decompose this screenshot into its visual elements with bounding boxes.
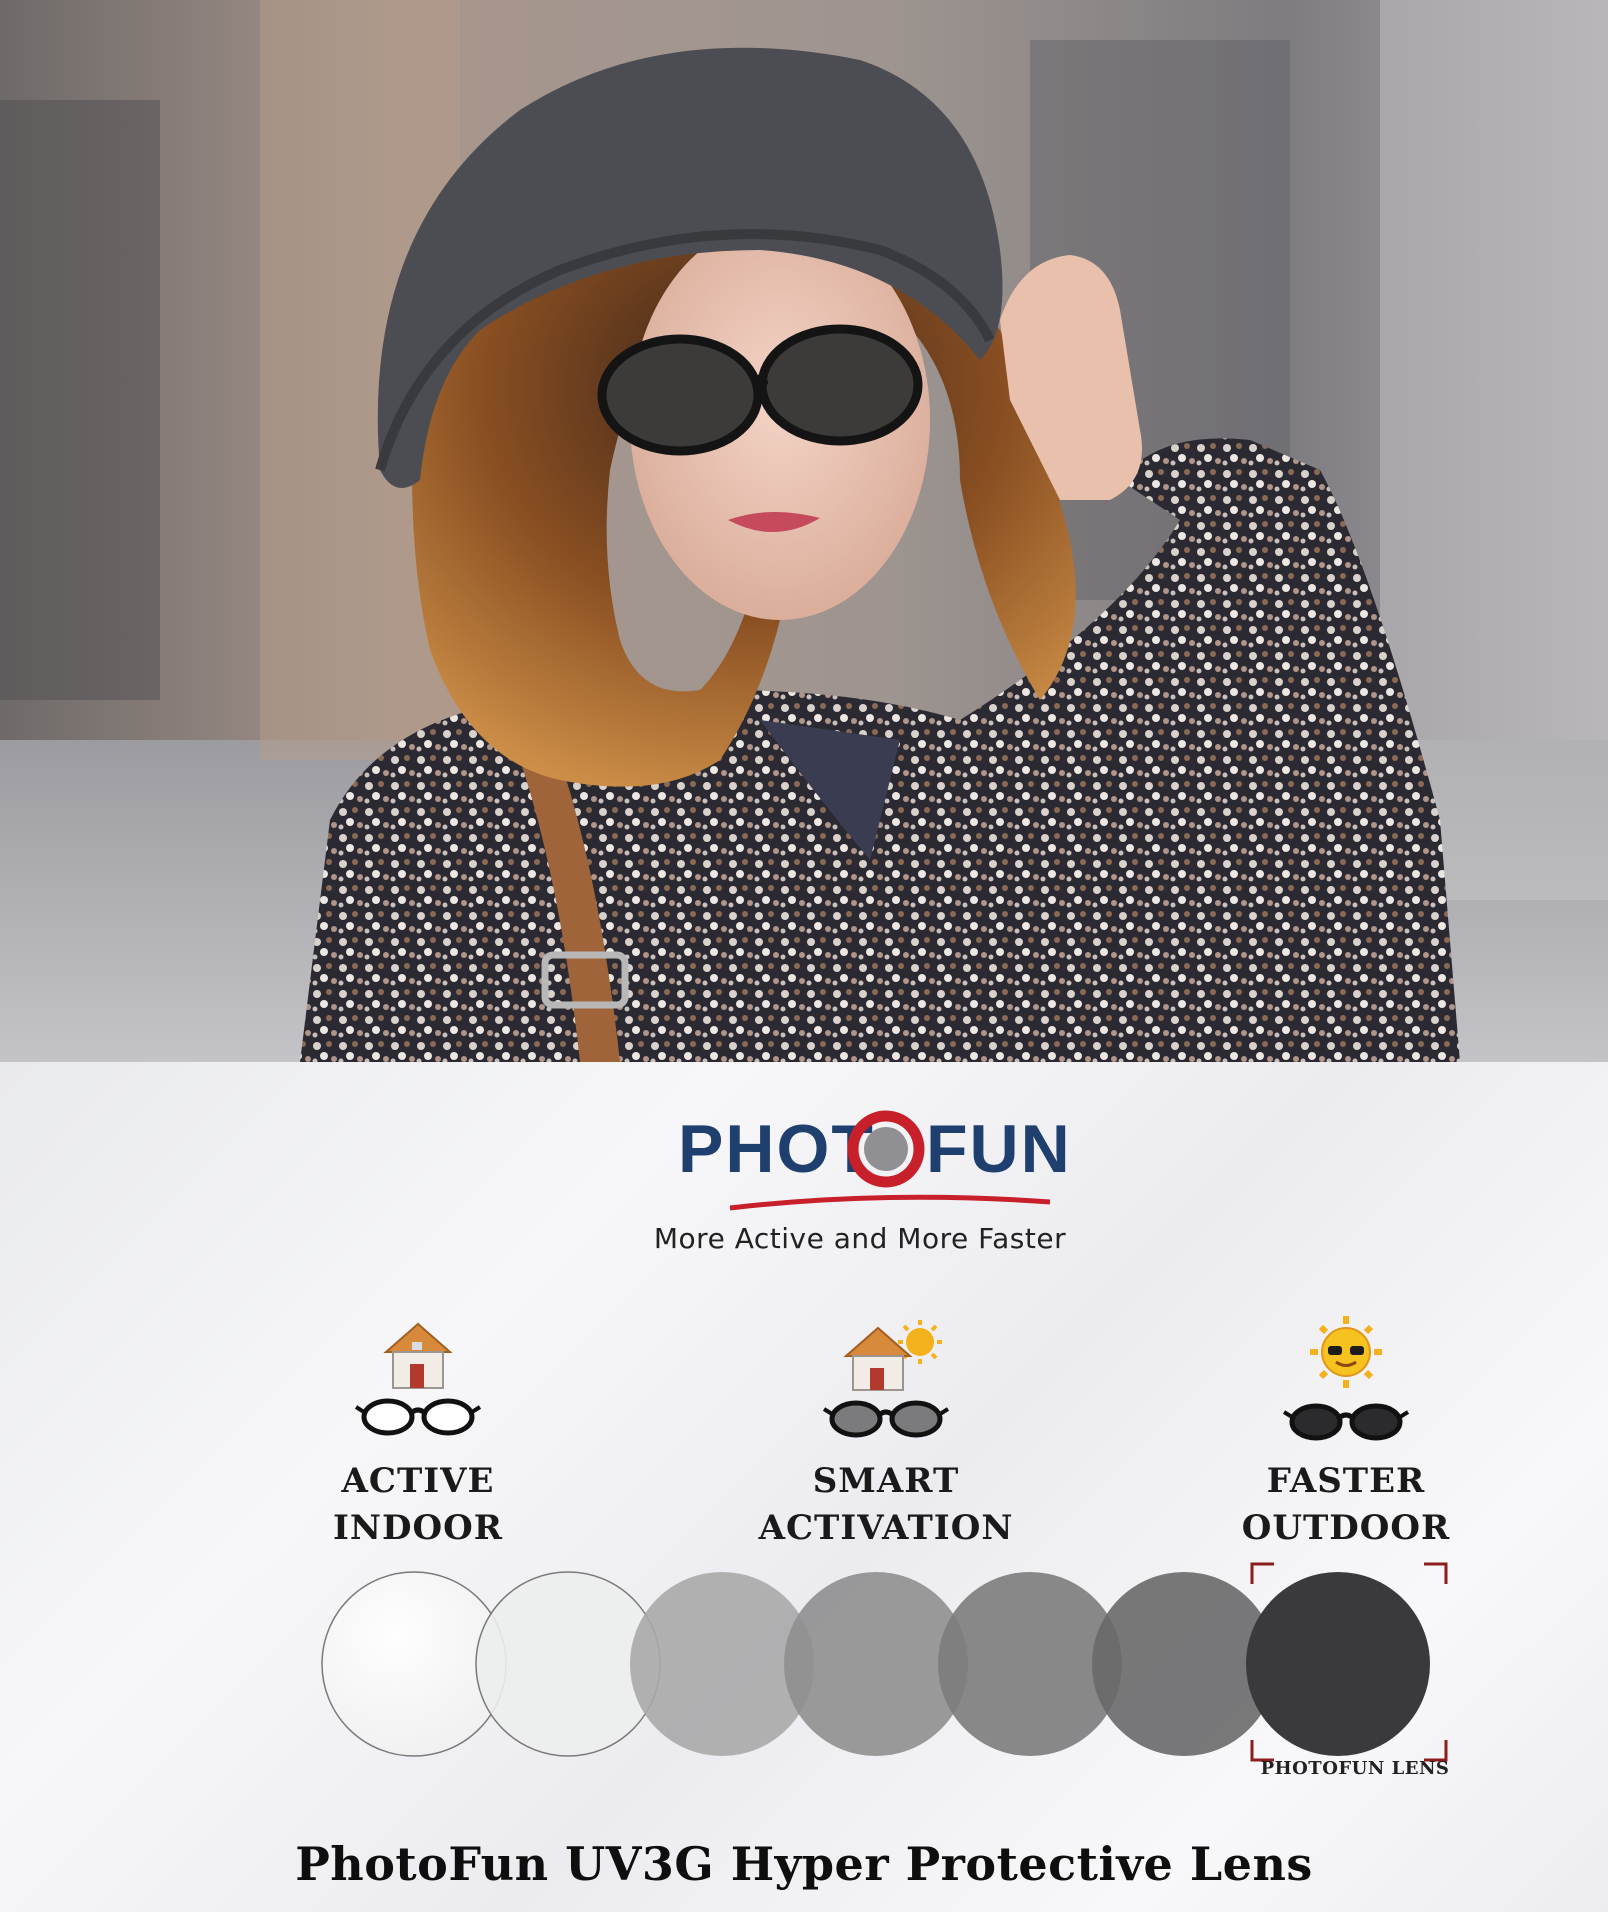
- feature-label-line2: ACTIVATION: [758, 1508, 1014, 1548]
- lens-tint-scale: [320, 1560, 1460, 1780]
- feature-label-line1: SMART: [812, 1461, 960, 1501]
- feature-active-indoor: ACTIVE INDOOR: [268, 1312, 568, 1552]
- feature-label-line1: FASTER: [1266, 1461, 1426, 1501]
- sun-dark-glasses-icon: [1266, 1312, 1426, 1452]
- feature-label-line2: INDOOR: [333, 1508, 503, 1548]
- hero-photo: [0, 0, 1608, 1062]
- feature-smart-activation: SMART ACTIVATION: [736, 1312, 1036, 1552]
- tagline: More Active and More Faster: [653, 1222, 1067, 1255]
- product-headline: PhotoFun UV3G Hyper Protective Lens: [295, 1837, 1313, 1891]
- feature-faster-outdoor: FASTER OUTDOOR: [1196, 1312, 1496, 1552]
- house-sun-tinted-glasses-icon: [806, 1312, 966, 1452]
- product-page: PHOT FUN More Active and More Faster ACT…: [0, 0, 1608, 1912]
- svg-text:FUN: FUN: [926, 1111, 1072, 1187]
- lens-circle: [1246, 1572, 1430, 1756]
- house-glasses-icon: [338, 1312, 498, 1452]
- feature-label-line1: ACTIVE: [341, 1461, 495, 1501]
- svg-text:PHOT: PHOT: [678, 1111, 875, 1187]
- feature-label-line2: OUTDOOR: [1241, 1508, 1451, 1548]
- photofun-lens-caption: PHOTOFUN LENS: [1260, 1758, 1450, 1779]
